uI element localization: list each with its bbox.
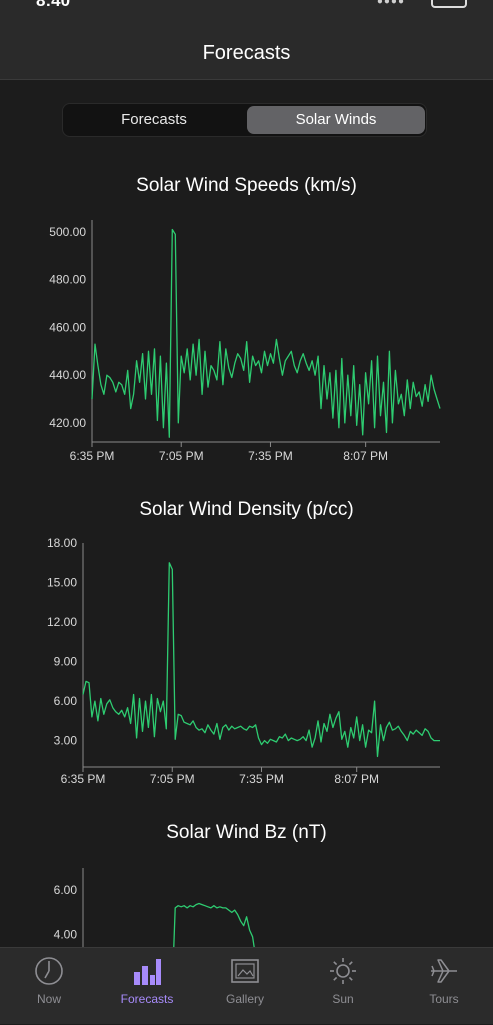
gallery-icon	[231, 959, 259, 983]
y-tick-label: 6.00	[54, 883, 78, 897]
tab-forecasts[interactable]: Forecasts	[98, 948, 196, 1025]
x-tick-label: 8:07 PM	[334, 772, 379, 786]
segment-forecasts[interactable]: Forecasts	[65, 106, 243, 134]
tab-now-label: Now	[36, 992, 61, 1006]
x-tick-label: 6:35 PM	[70, 449, 115, 463]
density-chart: 18.00 15.00 12.00 9.00 6.00 3.00 6:35 PM 7:05 P…	[47, 536, 440, 786]
y-tick-label: 9.00	[54, 655, 78, 669]
airplane-icon	[431, 959, 457, 983]
x-tick-label: 7:35 PM	[248, 449, 293, 463]
y-tick-label: 440.00	[49, 368, 86, 382]
x-tick-label: 6:35 PM	[61, 772, 106, 786]
y-tick-label: 15.00	[47, 576, 77, 590]
bar-chart-icon	[134, 959, 161, 985]
tab-tours[interactable]: Tours	[395, 948, 493, 1025]
y-tick-label: 3.00	[54, 734, 78, 748]
x-tick-label: 7:05 PM	[150, 772, 195, 786]
x-tick-label: 7:35 PM	[239, 772, 284, 786]
x-tick-label: 7:05 PM	[159, 449, 204, 463]
y-tick-label: 6.00	[54, 694, 78, 708]
y-tick-label: 420.00	[49, 416, 86, 430]
chart-title-density: Solar Wind Density (p/cc)	[139, 499, 354, 520]
y-tick-label: 12.00	[47, 615, 77, 629]
tab-forecasts-label: Forecasts	[120, 992, 174, 1006]
tab-bar: Now Forecasts Gallery Sun Tours	[0, 947, 493, 1024]
tab-tours-label: Tours	[429, 992, 459, 1006]
signal-icon: ●●●●	[376, 0, 405, 7]
navigation-bar: Forecasts	[0, 14, 493, 80]
series-line	[82, 562, 440, 758]
status-bar: 8:40 ●●●●	[0, 0, 493, 14]
x-tick-label: 8:07 PM	[343, 449, 388, 463]
chart-title-bz: Solar Wind Bz (nT)	[166, 822, 327, 843]
status-time: 8:40	[36, 0, 71, 10]
tab-gallery[interactable]: Gallery	[196, 948, 294, 1025]
chart-title-speed: Solar Wind Speeds (km/s)	[136, 175, 357, 196]
tab-sun[interactable]: Sun	[294, 948, 392, 1025]
y-tick-label: 18.00	[47, 536, 77, 550]
segmented-control: Forecasts Solar Winds	[62, 103, 427, 137]
bz-chart: 6.00 4.00	[54, 868, 440, 991]
tab-gallery-label: Gallery	[225, 992, 264, 1006]
y-tick-label: 460.00	[49, 320, 86, 334]
clock-icon	[35, 957, 63, 985]
y-tick-label: 4.00	[54, 928, 78, 942]
speed-chart: 500.00 480.00 460.00 440.00 420.00 6:35 PM 7:0…	[49, 220, 441, 463]
series-line	[91, 228, 441, 438]
sun-icon	[330, 958, 356, 984]
y-tick-label: 500.00	[49, 225, 86, 239]
tab-sun-label: Sun	[332, 992, 354, 1006]
segment-solar-winds[interactable]: Solar Winds	[247, 106, 425, 134]
tab-now[interactable]: Now	[0, 948, 98, 1025]
battery-icon	[431, 0, 467, 8]
page-title: Forecasts	[202, 42, 291, 64]
y-tick-label: 480.00	[49, 273, 86, 287]
